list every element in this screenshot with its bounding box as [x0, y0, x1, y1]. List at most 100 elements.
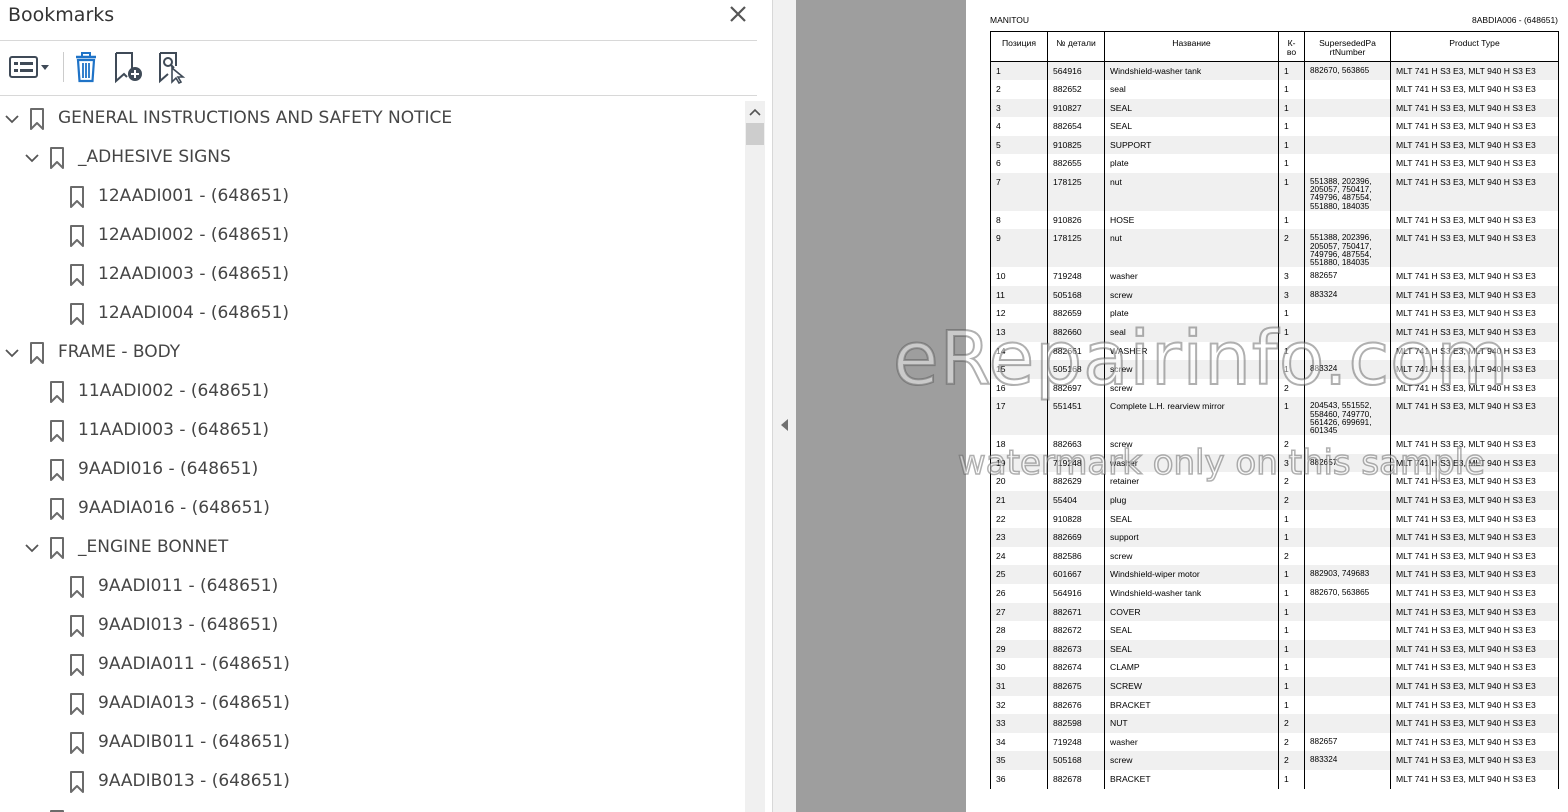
bookmark-item[interactable]: 9AADIB013 - (648651)	[0, 764, 700, 800]
cell-position: 17	[990, 397, 1048, 436]
document-page: MANITOU 8ABDIA006 - (648651) Позиция № де…	[966, 0, 1568, 812]
cell-quantity: 1	[1278, 639, 1305, 659]
cell-part-number: 564916	[1047, 584, 1105, 603]
cell-superseded	[1304, 639, 1391, 659]
chevron-down-icon[interactable]	[4, 111, 20, 127]
table-row: 21 55404 plug 2 MLT 741 H S3 E3, MLT 940 H S…	[990, 491, 1559, 510]
table-row: 26 564916 Windshield-washer tank 1 882670, 5…	[990, 584, 1559, 603]
panel-title: Bookmarks	[8, 4, 115, 26]
cell-quantity: 1	[1278, 602, 1305, 622]
cell-quantity: 2	[1278, 732, 1305, 752]
bookmark-tree: GENERAL INSTRUCTIONS AND SAFETY NOTICE _A…	[0, 101, 745, 812]
chevron-down-icon[interactable]	[24, 540, 40, 556]
chevron-down-icon[interactable]	[4, 345, 20, 361]
cell-quantity: 2	[1278, 378, 1305, 398]
bookmark-item[interactable]: 9AADIA011 - (648651)	[0, 647, 700, 683]
find-bookmark-button[interactable]	[156, 50, 188, 85]
new-bookmark-button[interactable]	[112, 50, 146, 84]
col-product-type-header: Product Type	[1390, 31, 1559, 62]
bookmark-label: 11AADI002 - (648651)	[78, 381, 270, 401]
cell-quantity: 1	[1278, 528, 1305, 547]
chevron-down-icon[interactable]	[24, 150, 40, 166]
cell-position: 32	[990, 695, 1048, 715]
close-icon	[730, 6, 746, 22]
cell-superseded	[1304, 528, 1391, 547]
collapse-arrow-icon	[781, 419, 788, 431]
cell-quantity: 3	[1278, 267, 1305, 286]
bookmark-item[interactable]: 9AADI016 - (648651)	[0, 452, 700, 488]
cell-quantity: 1	[1278, 80, 1305, 99]
bookmark-item[interactable]	[0, 803, 700, 812]
cell-position: 31	[990, 676, 1048, 696]
bookmark-scrollbar[interactable]	[745, 101, 765, 812]
cell-part-number: 882598	[1047, 714, 1105, 733]
bookmark-item[interactable]: 9AADI013 - (648651)	[0, 608, 700, 644]
cell-position: 10	[990, 267, 1048, 286]
cell-superseded	[1304, 341, 1391, 361]
bookmark-item[interactable]: 12AADI004 - (648651)	[0, 296, 700, 332]
delete-bookmark-button[interactable]	[70, 50, 102, 84]
cell-quantity: 1	[1278, 676, 1305, 696]
scroll-thumb[interactable]	[746, 123, 764, 145]
scroll-up-button[interactable]	[745, 101, 765, 123]
bookmark-item[interactable]: _ADHESIVE SIGNS	[0, 140, 700, 176]
cell-superseded: 882670, 563865	[1304, 61, 1391, 81]
bookmark-item[interactable]: 9AADIA013 - (648651)	[0, 686, 700, 722]
cell-part-number: 505168	[1047, 751, 1105, 770]
cell-position: 5	[990, 135, 1048, 155]
bookmark-label: 12AADI002 - (648651)	[98, 225, 290, 245]
bookmark-icon	[70, 615, 84, 637]
cell-quantity: 2	[1278, 751, 1305, 770]
table-row: 9 178125 nut 2 551388, 202396, 205057, 75041…	[990, 229, 1559, 268]
bookmark-item[interactable]: _ENGINE BONNET	[0, 530, 700, 566]
bookmark-item[interactable]: 9AADI011 - (648651)	[0, 569, 700, 605]
table-row: 1 564916 Windshield-washer tank 1 882670, 56…	[990, 61, 1559, 81]
cell-part-number: 505168	[1047, 285, 1105, 305]
bookmark-icon	[70, 654, 84, 676]
cell-position: 14	[990, 341, 1048, 361]
panel-collapse-splitter[interactable]	[772, 0, 796, 812]
bookmark-item[interactable]: 11AADI002 - (648651)	[0, 374, 700, 410]
table-row: 36 882678 BRACKET 1 MLT 741 H S3 E3, MLT 940…	[990, 769, 1559, 789]
bookmark-icon	[50, 537, 64, 559]
bookmark-item[interactable]: 11AADI003 - (648651)	[0, 413, 700, 449]
cell-superseded	[1304, 80, 1391, 99]
table-row: 28 882672 SEAL 1 MLT 741 H S3 E3, MLT 940 H …	[990, 621, 1559, 640]
cell-part-number: 910826	[1047, 210, 1105, 230]
close-panel-button[interactable]	[726, 2, 750, 26]
cell-product-type: MLT 741 H S3 E3, MLT 940 H S3 E3	[1390, 714, 1559, 733]
document-background	[796, 0, 966, 812]
cell-part-number: 882676	[1047, 695, 1105, 715]
options-menu-button[interactable]	[6, 50, 52, 84]
table-row: 31 882675 SCREW 1 MLT 741 H S3 E3, MLT 940 H…	[990, 676, 1559, 696]
cell-product-type: MLT 741 H S3 E3, MLT 940 H S3 E3	[1390, 117, 1559, 136]
table-row: 20 882629 retainer 2 MLT 741 H S3 E3, MLT 94…	[990, 472, 1559, 492]
bookmark-icon	[50, 420, 64, 442]
cell-quantity: 1	[1278, 397, 1305, 436]
cell-superseded	[1304, 676, 1391, 696]
bookmark-item[interactable]: 12AADI003 - (648651)	[0, 257, 700, 293]
bookmark-item[interactable]: 12AADI002 - (648651)	[0, 218, 700, 254]
cell-superseded	[1304, 602, 1391, 622]
bookmark-icon	[70, 303, 84, 325]
cell-product-type: MLT 741 H S3 E3, MLT 940 H S3 E3	[1390, 98, 1559, 118]
bookmark-item[interactable]: 12AADI001 - (648651)	[0, 179, 700, 215]
cell-superseded: 882657	[1304, 267, 1391, 286]
bookmark-item[interactable]: FRAME - BODY	[0, 335, 700, 371]
cell-quantity: 2	[1278, 546, 1305, 566]
cell-name: retainer	[1104, 472, 1279, 492]
cell-quantity: 3	[1278, 453, 1305, 473]
cell-quantity: 1	[1278, 117, 1305, 136]
cell-name: plate	[1104, 154, 1279, 174]
cell-name: screw	[1104, 435, 1279, 454]
cell-quantity: 1	[1278, 154, 1305, 174]
cell-name: washer	[1104, 732, 1279, 752]
cell-superseded: 551388, 202396, 205057, 750417, 749796, …	[1304, 229, 1391, 268]
bookmark-item[interactable]: 9AADIA016 - (648651)	[0, 491, 700, 527]
bookmark-item[interactable]: 9AADIB011 - (648651)	[0, 725, 700, 761]
bookmark-item[interactable]: GENERAL INSTRUCTIONS AND SAFETY NOTICE	[0, 101, 700, 137]
cell-product-type: MLT 741 H S3 E3, MLT 940 H S3 E3	[1390, 135, 1559, 155]
cell-name: washer	[1104, 267, 1279, 286]
cell-part-number: 910828	[1047, 509, 1105, 529]
bookmark-label: 12AADI003 - (648651)	[98, 264, 290, 284]
